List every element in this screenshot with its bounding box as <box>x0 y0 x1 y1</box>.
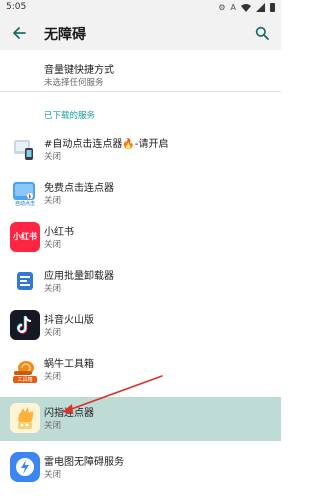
service-row-flash-clicker[interactable]: 闪指连点器 关闭 <box>0 397 281 441</box>
volume-key-title: 音量键快捷方式 <box>44 65 114 76</box>
service-row-auto-clicker[interactable]: #自动点击连点器🔥-请开启 关闭 <box>0 128 281 172</box>
back-arrow-icon <box>13 27 26 39</box>
a-icon: A <box>230 3 236 12</box>
service-status: 关闭 <box>44 470 62 480</box>
divider <box>0 91 281 92</box>
flash-clicker-icon <box>10 403 40 433</box>
search-button[interactable] <box>251 22 273 44</box>
service-status: 关闭 <box>44 328 62 338</box>
status-time: 5:05 <box>6 2 27 12</box>
douyin-huoshan-icon <box>10 310 40 340</box>
service-title: #自动点击连点器🔥-请开启 <box>44 139 169 150</box>
service-row-batch-uninstaller[interactable]: 应用批量卸载器 关闭 <box>0 260 281 304</box>
service-status: 关闭 <box>44 421 62 431</box>
service-status: 关闭 <box>44 372 62 382</box>
batch-uninstaller-icon <box>10 266 40 296</box>
app-bar: 无障碍 <box>0 16 281 50</box>
service-title: 应用批量卸载器 <box>44 271 114 282</box>
service-status: 关闭 <box>44 240 62 250</box>
page-title: 无障碍 <box>44 27 86 43</box>
snail-toolbox-icon-caption: 工具箱 <box>13 376 37 383</box>
service-row-snail-toolbox[interactable]: 工具箱 蜗牛工具箱 关闭 <box>0 348 281 392</box>
service-row-douyin-huoshan[interactable]: 抖音火山版 关闭 <box>0 304 281 348</box>
free-clicker-icon-caption: 自动点击 <box>14 201 35 207</box>
service-row-xiaohongshu[interactable]: 小红书 小红书 关闭 <box>0 216 281 260</box>
service-row-free-clicker[interactable]: 自动点击 免费点击连点器 关闭 <box>0 172 281 216</box>
service-title: 闪指连点器 <box>44 408 94 419</box>
wifi-icon <box>241 4 251 12</box>
battery-icon <box>270 3 275 12</box>
volume-key-subtitle: 未选择任何服务 <box>44 78 104 88</box>
service-title: 小红书 <box>44 227 74 238</box>
xiaohongshu-icon-caption: 小红书 <box>13 232 37 241</box>
free-clicker-icon: 自动点击 <box>10 178 40 208</box>
leidiantu-icon <box>10 452 40 482</box>
service-status: 关闭 <box>44 152 62 162</box>
service-title: 免费点击连点器 <box>44 183 114 194</box>
search-icon <box>255 26 269 40</box>
section-header: 已下载的服务 <box>44 111 96 121</box>
xiaohongshu-icon: 小红书 <box>10 222 40 252</box>
service-title: 抖音火山版 <box>44 315 94 326</box>
service-title: 雷电图无障碍服务 <box>44 457 124 468</box>
auto-clicker-icon <box>10 134 40 164</box>
back-button[interactable] <box>8 22 30 44</box>
signal-icon <box>256 3 265 12</box>
service-row-leidiantu[interactable]: 雷电图无障碍服务 关闭 <box>0 446 281 490</box>
service-status: 关闭 <box>44 284 62 294</box>
gear-icon: ⚙ <box>218 3 226 12</box>
service-title: 蜗牛工具箱 <box>44 359 94 370</box>
snail-toolbox-icon: 工具箱 <box>10 354 40 384</box>
status-icons: ⚙ A <box>218 3 275 12</box>
service-status: 关闭 <box>44 196 62 206</box>
status-bar: 5:05 ⚙ A <box>0 0 281 16</box>
